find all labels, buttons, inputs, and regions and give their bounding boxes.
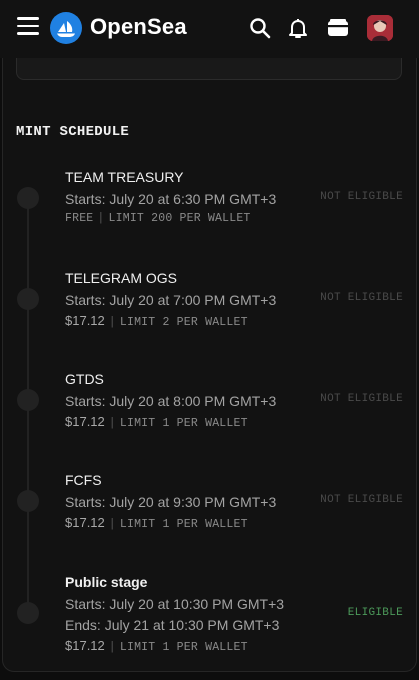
search-icon[interactable] xyxy=(248,16,272,40)
stage-price: $17.12 xyxy=(65,313,105,328)
timeline-dot xyxy=(17,389,39,411)
brand-name[interactable]: OpenSea xyxy=(90,14,187,40)
eligibility-status: NOT ELIGIBLE xyxy=(320,393,403,405)
stage-limit: LIMIT 200 PER WALLET xyxy=(108,212,251,225)
eligibility-status: NOT ELIGIBLE xyxy=(320,191,403,203)
timeline-dot xyxy=(17,187,39,209)
stage-price: $17.12 xyxy=(65,414,105,429)
stage-price-limit: FREE | LIMIT 200 PER WALLET xyxy=(65,212,251,225)
stage-start-time: Starts: July 20 at 8:00 PM GMT+3 xyxy=(65,393,277,409)
stage-limit: LIMIT 1 PER WALLET xyxy=(119,518,248,531)
stage-start-time: Starts: July 20 at 7:00 PM GMT+3 xyxy=(65,292,277,308)
previous-panel-bottom xyxy=(16,58,402,80)
stage-limit: LIMIT 1 PER WALLET xyxy=(119,641,248,654)
stage-price-limit: $17.12 | LIMIT 1 PER WALLET xyxy=(65,414,248,430)
stage-price-limit: $17.12 | LIMIT 1 PER WALLET xyxy=(65,515,248,531)
stage-price-limit: $17.12 | LIMIT 1 PER WALLET xyxy=(65,638,248,654)
stage-name: TELEGRAM OGS xyxy=(65,270,178,286)
stage-limit: LIMIT 1 PER WALLET xyxy=(119,417,248,430)
eligibility-status: NOT ELIGIBLE xyxy=(320,494,403,506)
wallet-icon[interactable] xyxy=(326,16,350,40)
stage-start-time: Starts: July 20 at 9:30 PM GMT+3 xyxy=(65,494,277,510)
timeline-dot xyxy=(17,490,39,512)
menu-icon[interactable] xyxy=(17,17,39,39)
stage-start-time: Starts: July 20 at 10:30 PM GMT+3 xyxy=(65,596,285,612)
stage-name: TEAM TREASURY xyxy=(65,169,184,185)
section-title: MINT SCHEDULE xyxy=(16,124,130,140)
stage-price: $17.12 xyxy=(65,515,105,530)
stage-name: GTDS xyxy=(65,371,104,387)
stage-end-time: Ends: July 21 at 10:30 PM GMT+3 xyxy=(65,617,280,633)
stage-price: FREE xyxy=(65,212,94,225)
stage-name: FCFS xyxy=(65,472,102,488)
stage-start-time: Starts: July 20 at 6:30 PM GMT+3 xyxy=(65,191,277,207)
stage-limit: LIMIT 2 PER WALLET xyxy=(119,316,248,329)
bell-icon[interactable] xyxy=(286,16,310,40)
stage-name: Public stage xyxy=(65,574,148,590)
opensea-logo-icon[interactable] xyxy=(50,12,82,44)
eligibility-status: ELIGIBLE xyxy=(347,607,403,619)
stage-price-limit: $17.12 | LIMIT 2 PER WALLET xyxy=(65,313,248,329)
timeline-dot xyxy=(17,288,39,310)
avatar[interactable] xyxy=(367,15,393,41)
top-nav-bar: OpenSea xyxy=(0,0,419,58)
timeline-dot xyxy=(17,602,39,624)
stage-price: $17.12 xyxy=(65,638,105,653)
eligibility-status: NOT ELIGIBLE xyxy=(320,292,403,304)
